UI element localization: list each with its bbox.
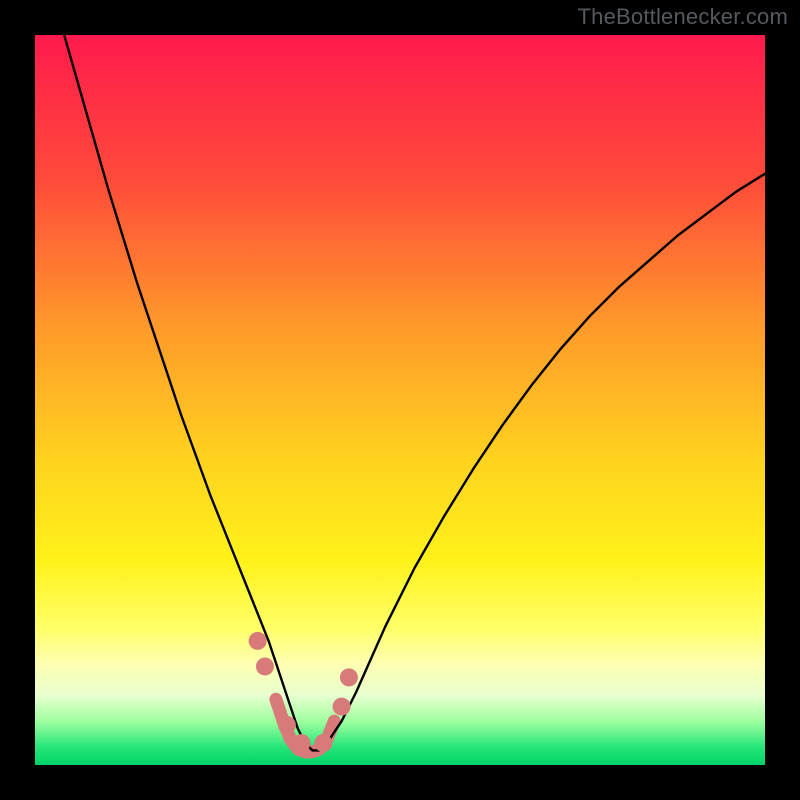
chart-frame: TheBottlenecker.com xyxy=(0,0,800,800)
watermark-text: TheBottlenecker.com xyxy=(578,4,788,30)
curve-marker xyxy=(278,716,296,734)
curve-marker xyxy=(249,632,267,650)
plot-area xyxy=(35,35,765,765)
curve-marker xyxy=(292,734,310,752)
curve-marker xyxy=(333,698,351,716)
curve-marker xyxy=(340,668,358,686)
chart-svg xyxy=(35,35,765,765)
bottleneck-curve xyxy=(64,35,765,750)
curve-marker xyxy=(256,657,274,675)
curve-marker xyxy=(314,734,332,752)
